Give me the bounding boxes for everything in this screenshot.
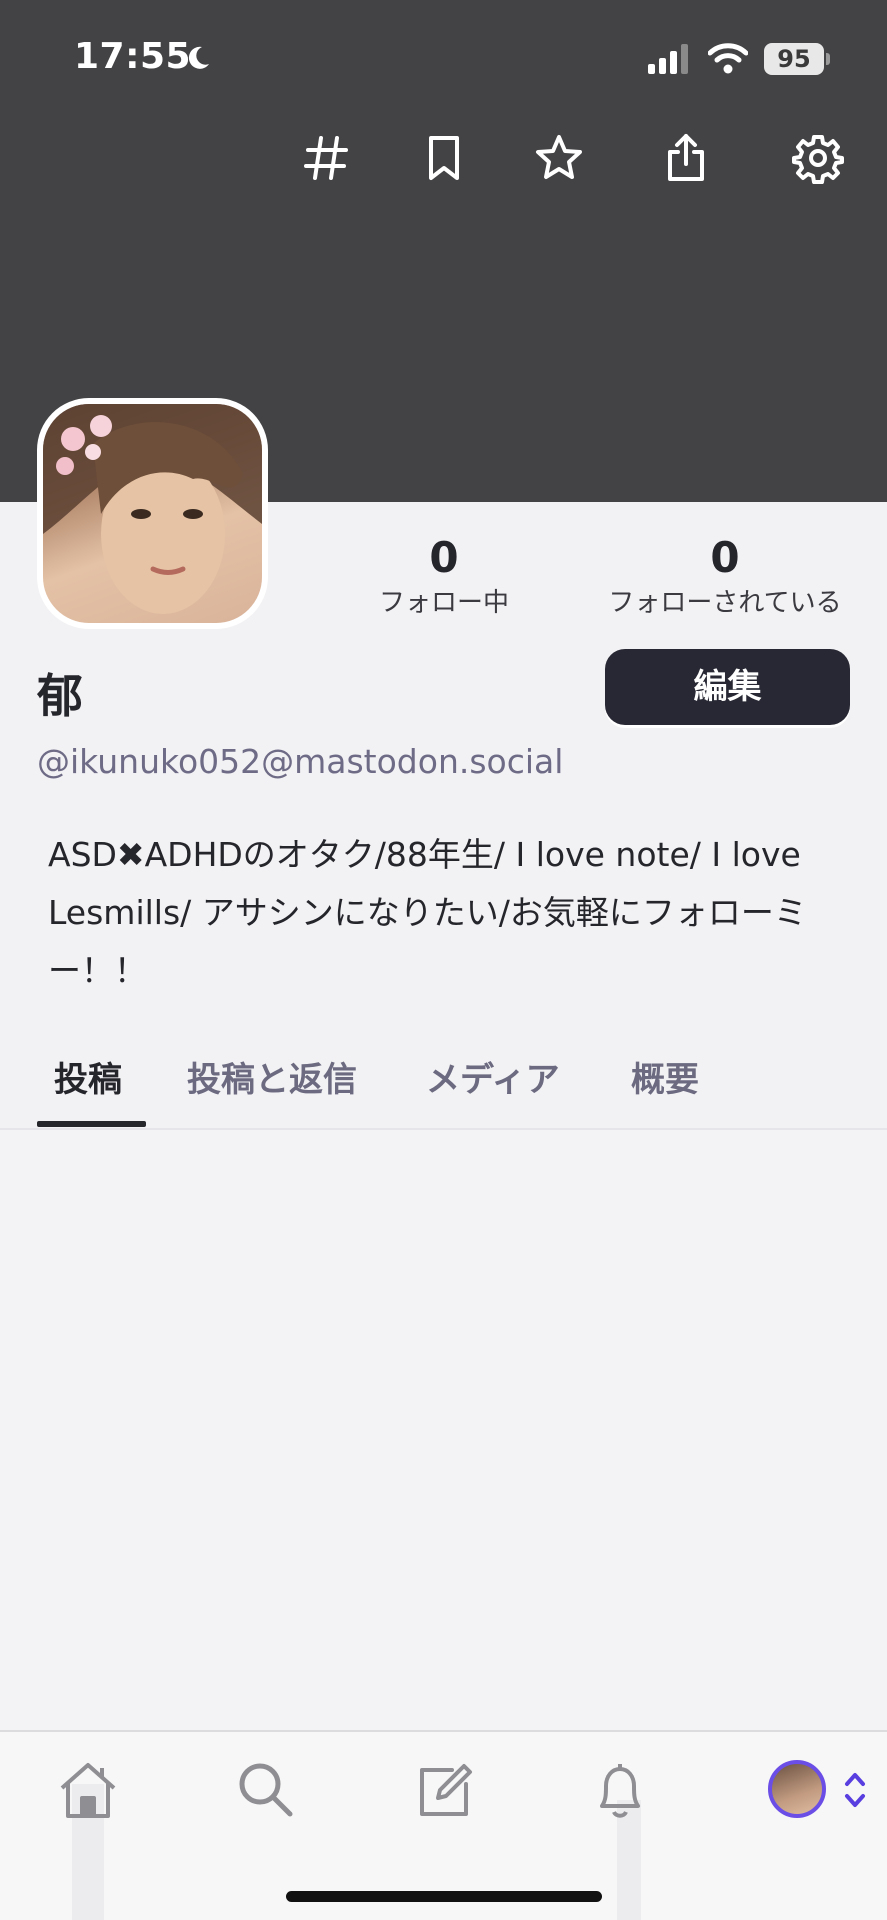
tab-media[interactable]: メディア [426, 1055, 560, 1105]
profile-avatar[interactable] [37, 398, 268, 629]
active-tab-indicator [37, 1121, 146, 1127]
followers-stat[interactable]: 0 フォローされている [596, 528, 854, 618]
battery-nub [826, 53, 830, 65]
edit-profile-button[interactable]: 編集 [605, 649, 850, 725]
wifi-icon [708, 43, 748, 74]
profile-bio: ASD✖ADHDのオタク/88年生/ I love note/ I love L… [48, 835, 807, 990]
star-icon[interactable] [533, 132, 585, 184]
account-handle: @ikunuko052@mastodon.social [37, 742, 564, 781]
home-indicator[interactable] [286, 1891, 602, 1902]
cellular-signal-icon [648, 44, 688, 74]
avatar-image [43, 404, 262, 623]
share-icon[interactable] [660, 132, 712, 184]
tab-about[interactable]: 概要 [631, 1055, 699, 1105]
bookmark-icon[interactable] [418, 132, 470, 184]
home-icon[interactable] [56, 1758, 120, 1822]
hashtag-icon[interactable] [300, 132, 352, 184]
followers-label: フォローされている [608, 588, 842, 618]
battery-indicator: 95 [764, 43, 824, 75]
compose-icon[interactable] [412, 1758, 476, 1822]
gear-icon[interactable] [792, 132, 844, 184]
bell-icon[interactable] [588, 1758, 652, 1822]
display-name: 郁 [37, 669, 83, 723]
moon-icon [188, 46, 209, 69]
search-icon[interactable] [234, 1758, 298, 1822]
account-switcher-icon[interactable] [842, 1770, 868, 1810]
account-avatar[interactable] [768, 1760, 826, 1818]
tab-posts[interactable]: 投稿 [54, 1055, 122, 1105]
following-label: フォロー中 [378, 588, 509, 618]
following-count: 0 [429, 533, 459, 582]
following-stat[interactable]: 0 フォロー中 [370, 528, 518, 618]
status-time: 17:55 [74, 36, 192, 77]
tab-posts-and-replies[interactable]: 投稿と返信 [187, 1055, 357, 1105]
followers-count: 0 [710, 533, 740, 582]
profile-tabs: 投稿 投稿と返信 メディア 概要 [0, 1055, 887, 1128]
timeline-content [0, 1130, 887, 1730]
